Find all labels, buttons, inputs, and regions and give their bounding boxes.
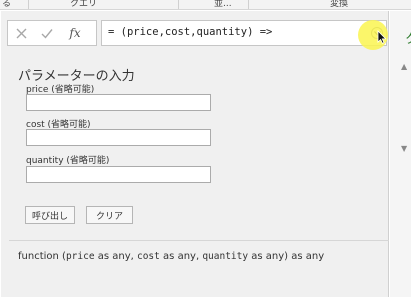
divider: [178, 0, 179, 9]
formula-text: = (price,cost,quantity) =>: [108, 26, 273, 38]
function-signature: function (price as any, cost as any, qua…: [18, 251, 325, 262]
fx-button[interactable]: fx: [60, 22, 90, 44]
price-input[interactable]: [26, 94, 211, 111]
ribbon-strip: る クエリ 並... 変換: [0, 0, 411, 10]
query-settings-pane: [390, 11, 411, 297]
formula-bar-buttons: fx: [7, 20, 97, 46]
formula-bar: fx = (price,cost,quantity) =>: [7, 20, 387, 46]
param-name: price: [65, 251, 95, 262]
param-name: quantity: [202, 251, 249, 262]
divider: [28, 0, 29, 9]
quantity-input[interactable]: [26, 166, 211, 183]
cost-input[interactable]: [26, 129, 211, 146]
check-icon[interactable]: [34, 22, 60, 44]
quantity-label: quantity (省略可能): [26, 156, 110, 166]
tab-query[interactable]: クエリ: [70, 0, 97, 9]
pane-title: ク: [405, 28, 411, 47]
tab-sort[interactable]: 並...: [214, 0, 232, 9]
clear-button[interactable]: クリア: [86, 206, 133, 224]
divider: [9, 240, 389, 241]
mouse-cursor-icon: [377, 30, 387, 44]
chevron-down-icon[interactable]: ▼: [401, 144, 407, 153]
tab-ru[interactable]: る: [2, 0, 11, 9]
formula-input[interactable]: = (price,cost,quantity) =>: [101, 20, 387, 46]
function-panel: fx = (price,cost,quantity) => パラメーターの入力 …: [1, 11, 389, 297]
x-icon[interactable]: [8, 22, 34, 44]
param-name: cost: [136, 251, 160, 262]
divider: [248, 0, 249, 9]
invoke-button[interactable]: 呼び出し: [25, 206, 75, 224]
chevron-up-icon[interactable]: ▲: [401, 62, 407, 71]
tab-transform[interactable]: 変換: [330, 0, 348, 9]
